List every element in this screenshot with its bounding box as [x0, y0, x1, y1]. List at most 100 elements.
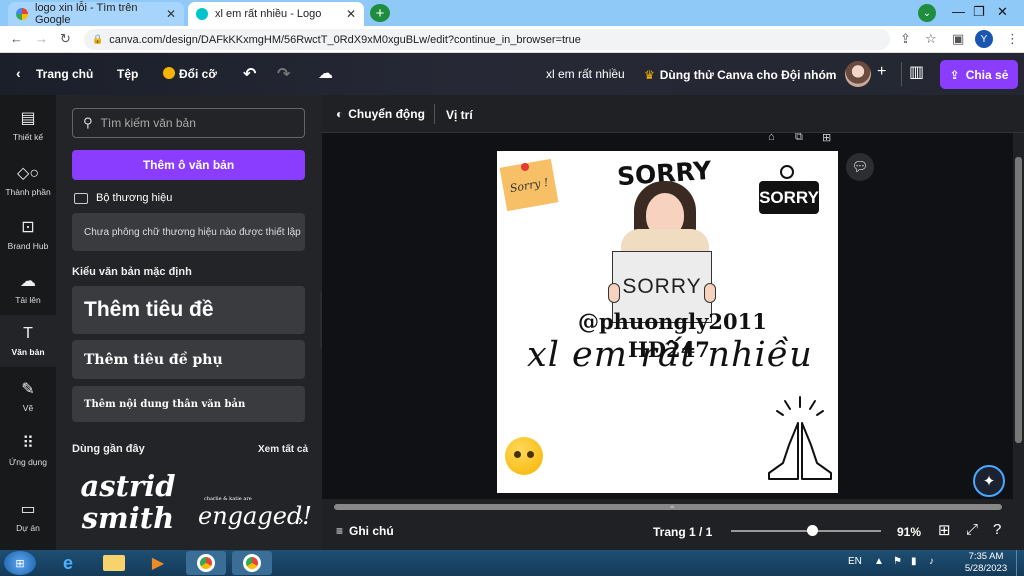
design-title[interactable]: xl em rất nhiều — [546, 67, 625, 81]
rail-item-draw[interactable]: ✎ Vẽ — [0, 379, 56, 413]
rail-item-apps[interactable]: ⠿ Ứng dụng — [0, 433, 56, 467]
ie-icon[interactable]: e — [48, 551, 88, 575]
divider — [901, 62, 902, 86]
bookmark-star-icon[interactable]: ☆ — [925, 31, 937, 47]
maximize-button[interactable]: ❐ — [973, 4, 985, 20]
zoom-value[interactable]: 91% — [897, 525, 921, 539]
tray-volume-icon[interactable]: ♪ — [929, 556, 934, 567]
recent-font-astrid[interactable]: astrid smith — [72, 470, 184, 542]
collaborator-avatar[interactable] — [845, 61, 871, 87]
pin-icon — [521, 163, 529, 171]
sidepanel-icon[interactable]: ▣ — [952, 31, 964, 47]
brand-kit-label: Bộ thương hiệu — [96, 192, 173, 204]
hanging-sign[interactable]: SORRY — [759, 181, 819, 214]
vertical-scrollbar[interactable] — [1013, 133, 1024, 500]
design-page[interactable]: Sorry ! SORRY SORRY SORRY @phuongly2011 … — [497, 151, 838, 493]
close-window-button[interactable]: ✕ — [997, 4, 1008, 20]
start-button[interactable]: ⊞ — [4, 551, 36, 575]
rail-item-text[interactable]: T Văn bản — [0, 325, 56, 357]
tray-network-icon[interactable]: ▮ — [911, 556, 917, 567]
chrome-logo — [197, 554, 215, 572]
canva-icon — [196, 8, 208, 20]
layout-icon: ▤ — [20, 110, 36, 127]
text-search-input[interactable]: ⚲ Tìm kiếm văn bản — [72, 108, 305, 138]
undo-icon[interactable]: ↶ — [243, 64, 256, 84]
rail-item-brand[interactable]: ⊡ Brand Hub — [0, 217, 56, 251]
show-desktop-button[interactable] — [1016, 550, 1024, 576]
cloud-saved-icon[interactable]: ☁ — [318, 64, 333, 82]
context-toolbar — [322, 95, 1024, 133]
menu-dots-icon[interactable]: ⋮ — [1006, 31, 1019, 47]
sorry-board-text: SORRY — [622, 275, 702, 298]
duplicate-page-icon[interactable]: ⧉ — [795, 131, 803, 144]
notes-button[interactable]: ≡ Ghi chú — [336, 524, 394, 538]
comment-button[interactable]: 💬︎ — [846, 153, 874, 181]
media-player-icon[interactable]: ▶ — [138, 551, 178, 575]
close-icon[interactable]: ✕ — [346, 7, 356, 21]
fullscreen-icon[interactable]: ⤢ — [966, 521, 978, 538]
redo-icon[interactable]: ↷ — [277, 64, 290, 84]
see-all-link[interactable]: Xem tất cả — [258, 444, 308, 455]
profile-avatar[interactable]: Y — [975, 30, 993, 48]
close-icon[interactable]: ✕ — [166, 7, 176, 21]
minimize-button[interactable]: — — [952, 4, 965, 19]
page-indicator[interactable]: Trang 1 / 1 — [653, 525, 712, 539]
try-teams-button[interactable]: ♛ Dùng thử Canva cho Đội nhóm — [644, 63, 836, 87]
explorer-icon[interactable] — [94, 551, 134, 575]
sticky-note[interactable]: Sorry ! — [499, 158, 559, 212]
rail-label: Thành phần — [5, 187, 51, 197]
back-home-chevron-icon[interactable]: ‹ — [16, 65, 21, 81]
input-language[interactable]: EN — [848, 556, 862, 567]
share-button[interactable]: ⇪ Chia sẻ — [940, 60, 1018, 89]
add-collaborator-icon[interactable]: + — [877, 63, 886, 81]
magic-sparkle-button[interactable]: ✦ — [973, 465, 1005, 497]
add-body-button[interactable]: Thêm nội dung thân văn bản — [72, 386, 305, 422]
script-title[interactable]: xl em rất nhiều — [527, 335, 813, 375]
file-menu[interactable]: Tệp — [117, 67, 138, 81]
zoom-slider-track[interactable] — [731, 530, 881, 532]
browser-tab-google[interactable]: logo xin lỗi - Tìm trên Google ✕ — [8, 2, 184, 26]
handle-text[interactable]: @phuongly2011 — [578, 309, 767, 334]
browser-tab-canva[interactable]: xl em rất nhiều - Logo ✕ — [188, 2, 364, 26]
add-heading-button[interactable]: Thêm tiêu đề — [72, 286, 305, 334]
add-subheading-button[interactable]: Thêm tiêu đề phụ — [72, 340, 305, 379]
back-icon[interactable]: ← — [10, 31, 23, 46]
new-tab-button[interactable]: + — [370, 4, 390, 22]
rail-item-uploads[interactable]: ☁ Tải lên — [0, 271, 56, 305]
chrome-profile-icon[interactable] — [232, 551, 272, 575]
resize-button[interactable]: Đổi cỡ — [179, 67, 217, 81]
rail-item-elements[interactable]: ◇○ Thành phần — [0, 163, 56, 197]
clock[interactable]: 7:35 AM 5/28/2023 — [960, 551, 1012, 575]
share-label: Chia sẻ — [965, 67, 1009, 82]
animate-button[interactable]: ◐ Chuyển động — [336, 107, 425, 121]
scroll-thumb[interactable] — [1015, 157, 1022, 443]
tray-chevron-icon[interactable]: ▲ — [874, 556, 884, 567]
chrome-icon[interactable] — [186, 551, 226, 575]
show-pages-chevron-icon[interactable]: ⌃ — [668, 505, 676, 516]
grid-view-icon[interactable]: ⊞ — [938, 521, 951, 539]
recent-font-big: engaged! — [198, 502, 312, 530]
add-textbox-button[interactable]: Thêm ô văn bản — [72, 150, 305, 180]
rail-item-projects[interactable]: ▭ Dự án — [0, 499, 56, 533]
chevron-right-icon[interactable]: › — [298, 512, 303, 530]
url-field[interactable]: 🔒 canva.com/design/DAFkKKxmgHM/56RwctT_0… — [84, 29, 890, 50]
tab-search-button[interactable]: ⌄ — [918, 4, 936, 22]
rail-item-design[interactable]: ▤ Thiết kế — [0, 108, 56, 142]
tray-flag-icon[interactable]: ⚑ — [893, 556, 902, 567]
rail-label: Văn bản — [11, 347, 45, 357]
recent-font-engaged[interactable]: charlie & katie are engaged! — [198, 496, 312, 540]
rail-label: Brand Hub — [7, 241, 49, 251]
home-link[interactable]: Trang chủ — [36, 67, 93, 81]
help-icon[interactable]: ? — [993, 521, 1001, 538]
praying-hands-icon[interactable] — [765, 393, 835, 483]
rail-label: Tải lên — [15, 295, 41, 305]
insights-chart-icon[interactable]: ▥ — [909, 62, 924, 82]
add-page-icon[interactable]: ⊞ — [822, 131, 831, 144]
pleading-emoji-icon[interactable] — [505, 437, 543, 475]
lock-page-icon[interactable]: ⌂ — [768, 131, 775, 143]
reload-icon[interactable]: ↻ — [60, 31, 71, 47]
brand-fonts-notice[interactable]: Chưa phông chữ thương hiệu nào được thiế… — [72, 213, 305, 251]
share-page-icon[interactable]: ⇪ — [900, 31, 911, 47]
forward-icon[interactable]: → — [35, 31, 48, 46]
position-button[interactable]: Vị trí — [446, 108, 473, 122]
